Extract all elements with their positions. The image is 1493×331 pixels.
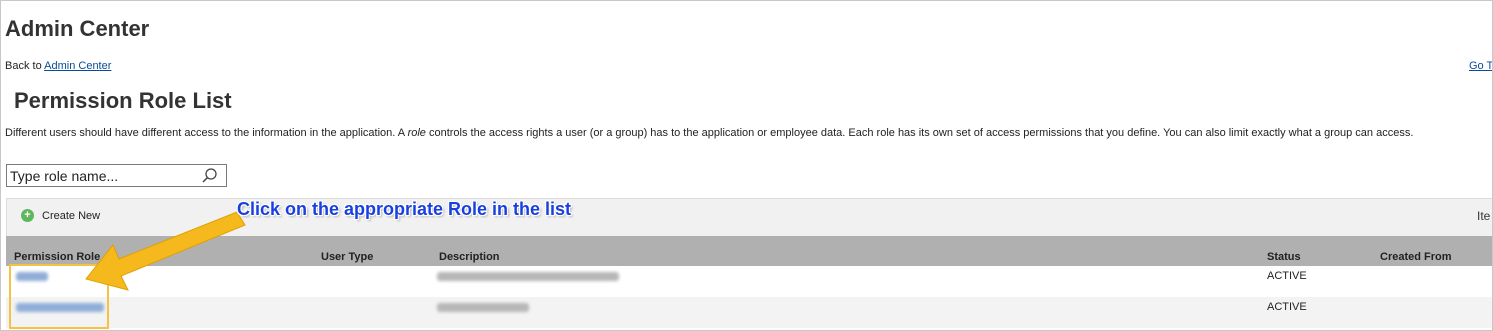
column-header-status[interactable]: Status: [1267, 251, 1301, 263]
create-new-button[interactable]: + Create New: [21, 209, 100, 222]
back-to-admin-center-link[interactable]: Admin Center: [44, 60, 111, 72]
column-header-permission-role[interactable]: Permission Role: [14, 251, 100, 263]
column-header-user-type[interactable]: User Type: [321, 251, 373, 263]
go-to-link[interactable]: Go T: [1469, 60, 1492, 72]
page-title: Permission Role List: [14, 88, 232, 113]
role-description-redacted: [437, 303, 529, 312]
role-search-input[interactable]: [7, 165, 197, 186]
table-row: ACTIVE: [6, 266, 1492, 297]
back-prefix: Back to: [5, 60, 45, 72]
page-description: Different users should have different ac…: [5, 127, 1413, 139]
role-search-box: [6, 164, 227, 187]
role-highlight-box: [9, 264, 109, 329]
create-new-label: Create New: [42, 209, 101, 222]
description-text-1: Different users should have different ac…: [5, 127, 408, 139]
app-title: Admin Center: [5, 16, 150, 41]
role-status: ACTIVE: [1267, 301, 1307, 313]
column-header-description[interactable]: Description: [439, 251, 500, 263]
role-status: ACTIVE: [1267, 270, 1307, 282]
description-role-word: role: [407, 127, 426, 139]
description-text-2: controls the access rights a user (or a …: [425, 127, 1414, 139]
instruction-callout: Click on the appropriate Role in the lis…: [237, 199, 572, 219]
items-per-page-label: Ite: [1477, 209, 1491, 223]
plus-circle-icon: +: [21, 209, 34, 222]
column-header-created-from[interactable]: Created From: [1380, 251, 1452, 263]
list-toolbar: + Create New Ite: [6, 198, 1492, 236]
back-link-line: Back to Admin Center: [5, 60, 111, 72]
search-icon[interactable]: [202, 168, 218, 184]
table-row: ACTIVE: [6, 297, 1492, 328]
table-header: Permission Role User Type Description St…: [6, 236, 1492, 266]
role-description-redacted: [437, 272, 619, 281]
page-frame: Admin Center Back to Admin Center Go T P…: [0, 0, 1493, 331]
